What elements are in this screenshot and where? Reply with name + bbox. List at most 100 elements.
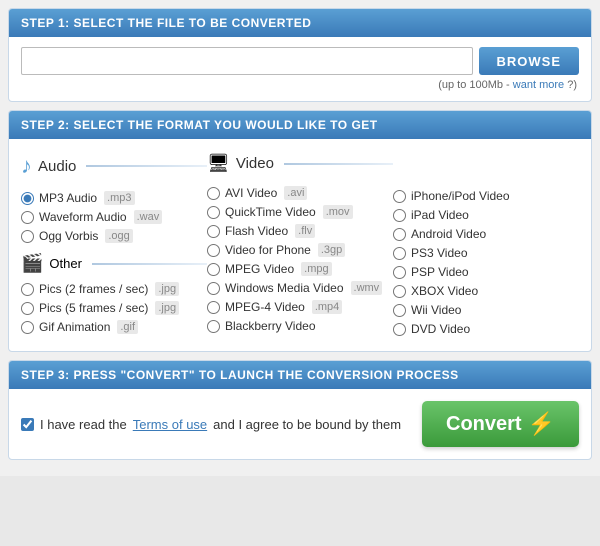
format-option-mpg: MPEG Video .mpg: [207, 262, 393, 276]
step3-section: STEP 3: PRESS "CONVERT" TO LAUNCH THE CO…: [8, 360, 592, 460]
step1-header: STEP 1: SELECT THE FILE TO BE CONVERTED: [9, 9, 591, 37]
other-icon: [21, 253, 43, 274]
radio-wii[interactable]: [393, 304, 406, 317]
file-input-box[interactable]: [21, 47, 473, 75]
radio-mp3[interactable]: [21, 192, 34, 205]
radio-pics5[interactable]: [21, 302, 34, 315]
format-option-ps3: PS3 Video: [393, 246, 579, 260]
format-option-mp4: MPEG-4 Video .mp4: [207, 300, 393, 314]
radio-flv[interactable]: [207, 225, 220, 238]
step2-header: STEP 2: SELECT THE FORMAT YOU WOULD LIKE…: [9, 111, 591, 139]
tos-row: I have read the Terms of use and I agree…: [21, 417, 401, 432]
video-title: Video: [236, 155, 274, 172]
audio-header: Audio: [21, 153, 207, 183]
radio-iphone[interactable]: [393, 190, 406, 203]
format-option-mp3: MP3 Audio .mp3: [21, 191, 207, 205]
wmv-label: Windows Media Video: [225, 281, 344, 295]
video-divider: [284, 163, 393, 165]
want-more-link[interactable]: want more: [513, 79, 564, 91]
pics5-label: Pics (5 frames / sec): [39, 301, 148, 315]
flv-ext: .flv: [295, 224, 315, 238]
format-grid: Audio MP3 Audio .mp3 Waveform Audio .wav: [21, 149, 579, 341]
other-divider: [92, 263, 207, 265]
radio-gif[interactable]: [21, 321, 34, 334]
browse-button[interactable]: BROWSE: [479, 47, 580, 75]
mov-label: QuickTime Video: [225, 205, 316, 219]
radio-wmv[interactable]: [207, 282, 220, 295]
file-input-row: BROWSE: [21, 47, 579, 75]
dvd-label: DVD Video: [411, 322, 470, 336]
video-col2: iPhone/iPod Video iPad Video Android Vid…: [393, 153, 579, 341]
android-label: Android Video: [411, 227, 486, 241]
video-col1: Video AVI Video .avi QuickTime Video .mo…: [207, 153, 393, 341]
format-option-3gp: Video for Phone .3gp: [207, 243, 393, 257]
other-header: Other: [21, 253, 207, 274]
wav-ext: .wav: [134, 210, 163, 224]
mpg-ext: .mpg: [301, 262, 331, 276]
ipad-label: iPad Video: [411, 208, 469, 222]
tos-text: I have read the: [40, 417, 127, 432]
ogg-ext: .ogg: [105, 229, 132, 243]
other-section: Other Pics (2 frames / sec) .jpg Pics (5…: [21, 253, 207, 334]
radio-ps3[interactable]: [393, 247, 406, 260]
format-option-ogg: Ogg Vorbis .ogg: [21, 229, 207, 243]
format-option-mov: QuickTime Video .mov: [207, 205, 393, 219]
gif-label: Gif Animation: [39, 320, 110, 334]
radio-mpg[interactable]: [207, 263, 220, 276]
mp3-ext: .mp3: [104, 191, 134, 205]
convert-label: Convert: [446, 413, 522, 436]
psp-label: PSP Video: [411, 265, 469, 279]
gif-ext: .gif: [117, 320, 138, 334]
format-option-wmv: Windows Media Video .wmv: [207, 281, 393, 295]
radio-psp[interactable]: [393, 266, 406, 279]
step3-header: STEP 3: PRESS "CONVERT" TO LAUNCH THE CO…: [9, 361, 591, 389]
video-col2-spacer: [393, 153, 579, 181]
tos-checkbox[interactable]: [21, 418, 34, 431]
radio-android[interactable]: [393, 228, 406, 241]
radio-pics2[interactable]: [21, 283, 34, 296]
mp4-label: MPEG-4 Video: [225, 300, 305, 314]
format-option-android: Android Video: [393, 227, 579, 241]
format-option-dvd: DVD Video: [393, 322, 579, 336]
xbox-label: XBOX Video: [411, 284, 478, 298]
step2-section: STEP 2: SELECT THE FORMAT YOU WOULD LIKE…: [8, 110, 592, 352]
radio-3gp[interactable]: [207, 244, 220, 257]
radio-dvd[interactable]: [393, 323, 406, 336]
convert-button[interactable]: Convert ⚡: [422, 401, 579, 447]
format-option-flv: Flash Video .flv: [207, 224, 393, 238]
left-col: Audio MP3 Audio .mp3 Waveform Audio .wav: [21, 153, 207, 341]
blackberry-label: Blackberry Video: [225, 319, 316, 333]
audio-icon: [21, 153, 32, 179]
format-option-blackberry: Blackberry Video: [207, 319, 393, 333]
mp4-ext: .mp4: [312, 300, 342, 314]
flv-label: Flash Video: [225, 224, 288, 238]
avi-label: AVI Video: [225, 186, 277, 200]
radio-mov[interactable]: [207, 206, 220, 219]
audio-divider: [86, 165, 207, 167]
radio-mp4[interactable]: [207, 301, 220, 314]
ps3-label: PS3 Video: [411, 246, 468, 260]
radio-blackberry[interactable]: [207, 320, 220, 333]
format-option-wav: Waveform Audio .wav: [21, 210, 207, 224]
format-option-ipad: iPad Video: [393, 208, 579, 222]
3gp-ext: .3gp: [318, 243, 345, 257]
radio-ogg[interactable]: [21, 230, 34, 243]
pics2-ext: .jpg: [155, 282, 179, 296]
format-option-gif: Gif Animation .gif: [21, 320, 207, 334]
radio-avi[interactable]: [207, 187, 220, 200]
audio-title: Audio: [38, 158, 76, 175]
step3-body: I have read the Terms of use and I agree…: [9, 389, 591, 459]
ogg-label: Ogg Vorbis: [39, 229, 98, 243]
format-option-avi: AVI Video .avi: [207, 186, 393, 200]
radio-ipad[interactable]: [393, 209, 406, 222]
avi-ext: .avi: [284, 186, 307, 200]
3gp-label: Video for Phone: [225, 243, 311, 257]
step1-section: STEP 1: SELECT THE FILE TO BE CONVERTED …: [8, 8, 592, 102]
mpg-label: MPEG Video: [225, 262, 294, 276]
tos-link[interactable]: Terms of use: [133, 417, 207, 432]
wii-label: Wii Video: [411, 303, 461, 317]
radio-wav[interactable]: [21, 211, 34, 224]
main-container: STEP 1: SELECT THE FILE TO BE CONVERTED …: [0, 0, 600, 476]
radio-xbox[interactable]: [393, 285, 406, 298]
format-option-psp: PSP Video: [393, 265, 579, 279]
